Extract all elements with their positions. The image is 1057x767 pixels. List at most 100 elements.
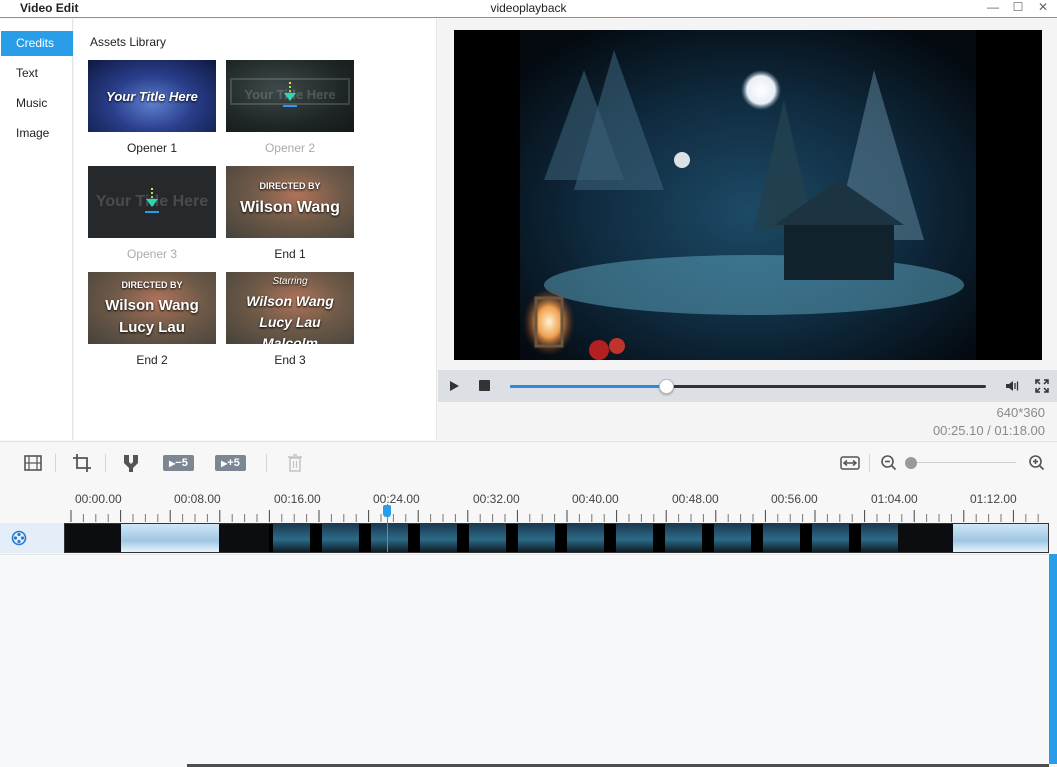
asset-thumbnail-end-2[interactable]: DIRECTED BY Wilson Wang Lucy Lau bbox=[88, 272, 216, 344]
split-icon[interactable] bbox=[121, 453, 141, 473]
clip-frame bbox=[219, 524, 269, 552]
clip-frame bbox=[371, 524, 408, 552]
asset-title-text: Your Title Here bbox=[106, 89, 198, 104]
resolution-label: 640*360 bbox=[996, 405, 1045, 420]
zoom-out-icon[interactable] bbox=[879, 453, 899, 473]
zoom-in-icon[interactable] bbox=[1027, 453, 1047, 473]
ruler-label: 00:56.00 bbox=[771, 492, 818, 506]
timeline-empty-area bbox=[0, 554, 1049, 767]
download-icon[interactable] bbox=[280, 80, 300, 110]
asset-name-text: Wilson Wang bbox=[105, 297, 199, 314]
clip-frame bbox=[665, 524, 702, 552]
asset-starring-text: Starring bbox=[272, 276, 308, 287]
file-title: videoplayback bbox=[490, 1, 567, 15]
ruler-label: 00:08.00 bbox=[174, 492, 221, 506]
asset-directed-by-text: DIRECTED BY bbox=[259, 181, 321, 191]
sidebar: Credits Text Music Image bbox=[0, 19, 73, 440]
skip-forward-label: +5 bbox=[227, 457, 240, 469]
ruler-label: 00:24.00 bbox=[373, 492, 420, 506]
close-button[interactable]: ✕ bbox=[1032, 0, 1054, 16]
skip-forward-5-button[interactable]: ▶+5 bbox=[215, 455, 246, 471]
asset-directed-by-text: DIRECTED BY bbox=[121, 280, 183, 290]
skip-back-5-button[interactable]: ▶−5 bbox=[163, 455, 194, 471]
ruler-label: 00:48.00 bbox=[672, 492, 719, 506]
track-header bbox=[0, 523, 64, 553]
crop-icon[interactable] bbox=[72, 453, 92, 473]
vertical-scrollbar[interactable] bbox=[1049, 554, 1057, 764]
seek-bar[interactable] bbox=[510, 379, 986, 394]
asset-thumbnail-opener-1[interactable]: Your Title Here bbox=[88, 60, 216, 132]
minimize-button[interactable]: — bbox=[982, 0, 1004, 16]
clip-frame bbox=[518, 524, 555, 552]
sidebar-item-credits[interactable]: Credits bbox=[1, 31, 73, 56]
zoom-slider-handle[interactable] bbox=[905, 457, 917, 469]
asset-caption-end-1: End 1 bbox=[274, 247, 306, 261]
asset-thumbnail-opener-3[interactable]: Your Title Here bbox=[88, 166, 216, 238]
timeline: 00:00.00 00:08.00 00:16.00 00:24.00 00:3… bbox=[0, 482, 1057, 767]
ruler-label: 00:40.00 bbox=[572, 492, 619, 506]
asset-name-text: Malcolm bbox=[261, 335, 318, 344]
playhead-handle[interactable] bbox=[383, 505, 391, 517]
play-icon[interactable] bbox=[447, 379, 461, 393]
sidebar-item-image[interactable]: Image bbox=[1, 121, 73, 146]
video-frame-image bbox=[454, 30, 1042, 360]
asset-caption-opener-1: Opener 1 bbox=[126, 141, 178, 155]
clip-frame bbox=[953, 524, 1048, 552]
asset-name-text: Wilson Wang bbox=[246, 293, 334, 309]
zoom-slider-track[interactable] bbox=[907, 462, 1016, 463]
clip-frame bbox=[898, 524, 953, 552]
asset-caption-opener-2: Opener 2 bbox=[264, 141, 316, 155]
video-clip-icon[interactable] bbox=[23, 453, 43, 473]
timeline-toolbar: ▶−5 ▶+5 bbox=[0, 441, 1057, 482]
toolbar-divider bbox=[869, 454, 870, 472]
fit-timeline-icon[interactable] bbox=[840, 453, 860, 473]
ruler-label: 00:00.00 bbox=[75, 492, 122, 506]
film-reel-icon[interactable] bbox=[11, 530, 27, 546]
asset-thumbnail-opener-2[interactable]: Your Title Here bbox=[226, 60, 354, 132]
asset-caption-opener-3: Opener 3 bbox=[126, 247, 178, 261]
asset-name-text: Wilson Wang bbox=[240, 199, 340, 216]
clip-frame bbox=[861, 524, 898, 552]
volume-icon[interactable] bbox=[1004, 378, 1020, 394]
asset-thumbnail-end-1[interactable]: DIRECTED BY Wilson Wang bbox=[226, 166, 354, 238]
player-controls bbox=[438, 370, 1057, 402]
toolbar-divider bbox=[105, 454, 106, 472]
preview-panel: 640*360 00:25.10 / 01:18.00 bbox=[438, 19, 1057, 440]
clip-frame bbox=[273, 524, 310, 552]
timecode-label: 00:25.10 / 01:18.00 bbox=[932, 423, 1045, 438]
video-track-clip[interactable] bbox=[64, 523, 1049, 553]
clip-frame bbox=[469, 524, 506, 552]
asset-caption-end-2: End 2 bbox=[136, 353, 168, 367]
sidebar-item-music[interactable]: Music bbox=[1, 91, 73, 116]
clip-frame bbox=[567, 524, 604, 552]
stop-icon[interactable] bbox=[479, 380, 490, 391]
clip-frame bbox=[420, 524, 457, 552]
asset-thumbnail-end-3[interactable]: Starring Wilson Wang Lucy Lau Malcolm bbox=[226, 272, 354, 344]
maximize-button[interactable]: ☐ bbox=[1007, 0, 1029, 16]
clip-frame bbox=[65, 524, 121, 552]
assets-library: Assets Library Your Title Here Opener 1 … bbox=[74, 19, 437, 440]
clip-frame bbox=[322, 524, 359, 552]
assets-library-title: Assets Library bbox=[90, 35, 167, 49]
video-preview[interactable] bbox=[454, 30, 1042, 360]
fullscreen-icon[interactable] bbox=[1034, 378, 1050, 394]
toolbar-divider bbox=[266, 454, 267, 472]
asset-name-text: Lucy Lau bbox=[119, 319, 185, 336]
ruler-label: 01:12.00 bbox=[970, 492, 1017, 506]
clip-frame bbox=[121, 524, 219, 552]
delete-icon[interactable] bbox=[285, 453, 305, 473]
asset-name-text: Lucy Lau bbox=[259, 314, 321, 330]
ruler-label: 01:04.00 bbox=[871, 492, 918, 506]
seek-bar-progress bbox=[510, 385, 666, 388]
skip-back-label: −5 bbox=[175, 457, 188, 469]
sidebar-item-text[interactable]: Text bbox=[1, 61, 73, 86]
toolbar-divider bbox=[55, 454, 56, 472]
seek-bar-handle[interactable] bbox=[658, 379, 674, 394]
download-icon[interactable] bbox=[142, 186, 162, 216]
time-ruler[interactable] bbox=[0, 510, 1057, 522]
ruler-label: 00:32.00 bbox=[473, 492, 520, 506]
clip-frame bbox=[616, 524, 653, 552]
clip-frame bbox=[763, 524, 800, 552]
video-edit-window: Video Edit videoplayback — ☐ ✕ Credits T… bbox=[0, 0, 1057, 767]
title-bar: Video Edit videoplayback — ☐ ✕ bbox=[0, 0, 1057, 18]
